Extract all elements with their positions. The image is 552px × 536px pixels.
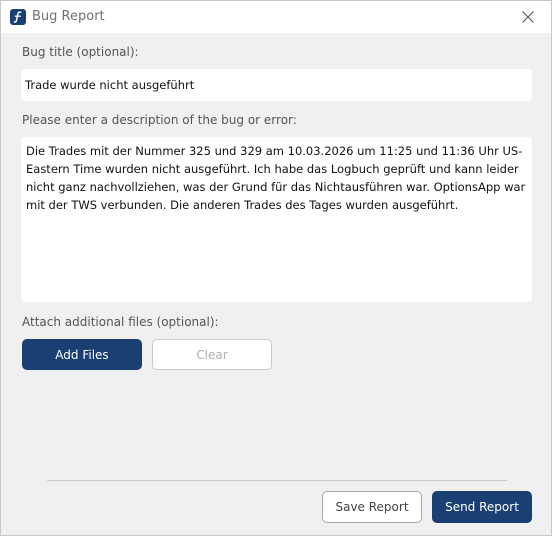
app-logo-icon: [10, 9, 26, 25]
attach-files-label: Attach additional files (optional):: [22, 315, 219, 329]
close-icon: [522, 11, 534, 23]
bug-title-label: Bug title (optional):: [22, 45, 139, 59]
add-files-button[interactable]: Add Files: [22, 339, 142, 370]
clear-button[interactable]: Clear: [152, 339, 272, 370]
footer-divider: [47, 480, 507, 481]
title-bar[interactable]: Bug Report: [1, 1, 551, 33]
bug-report-dialog: Bug Report Bug title (optional): Please …: [0, 0, 552, 536]
description-label: Please enter a description of the bug or…: [22, 113, 297, 127]
save-report-button[interactable]: Save Report: [322, 491, 422, 523]
window-title: Bug Report: [32, 9, 105, 24]
bug-title-input[interactable]: [21, 69, 532, 101]
description-textarea[interactable]: Die Trades mit der Nummer 325 und 329 am…: [21, 137, 532, 302]
close-button[interactable]: [505, 1, 551, 33]
send-report-button[interactable]: Send Report: [432, 491, 532, 523]
